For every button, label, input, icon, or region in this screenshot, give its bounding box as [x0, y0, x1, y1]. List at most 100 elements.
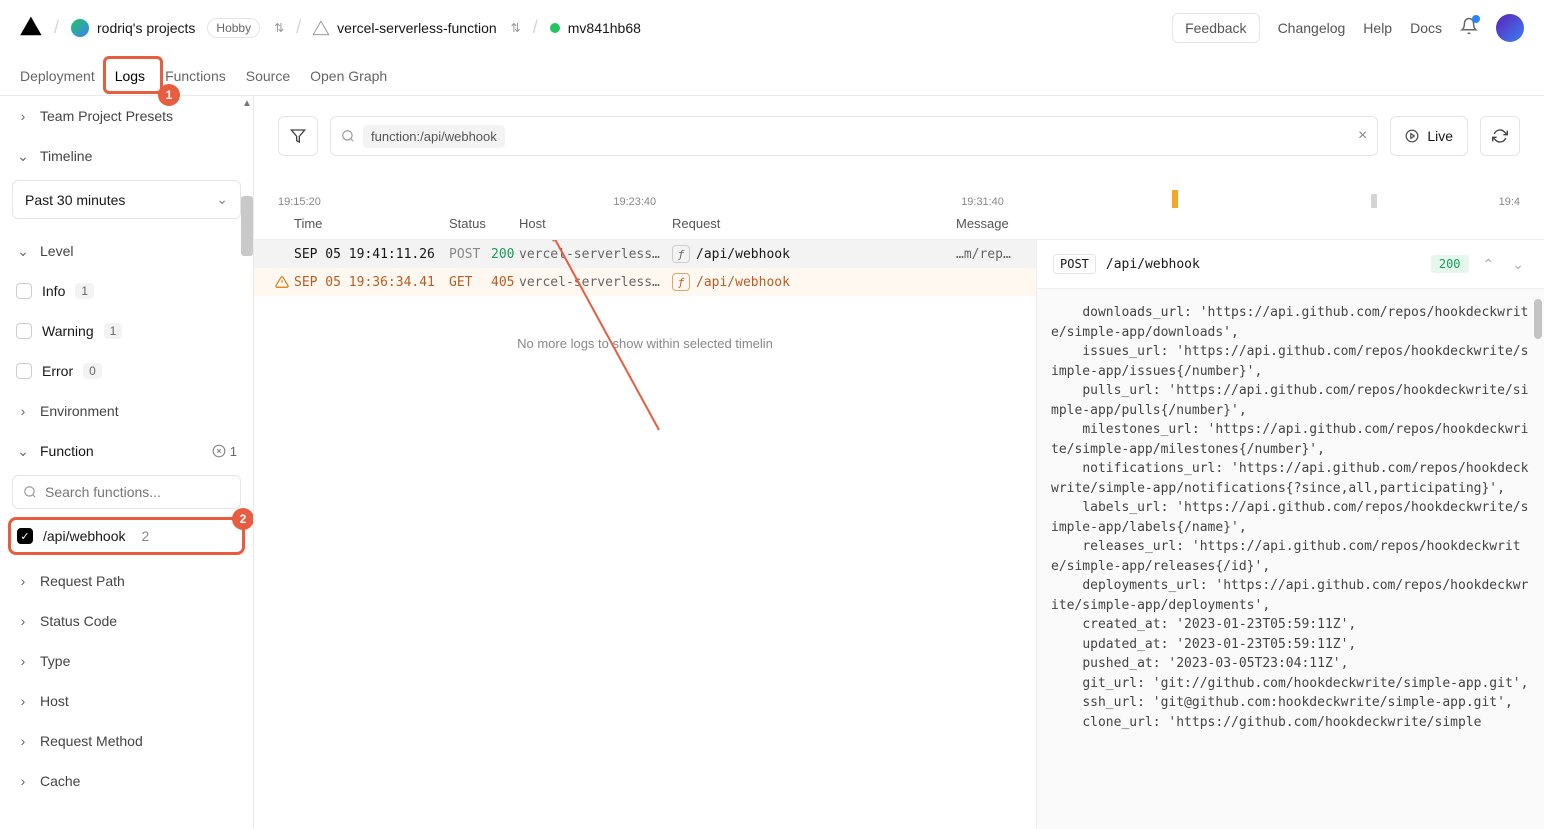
- timeline-tick: 19:23:40: [613, 196, 656, 208]
- sidebar-timeline-header[interactable]: ⌄ Timeline: [0, 136, 253, 176]
- team-avatar-icon: [71, 19, 89, 37]
- breadcrumb-separator: /: [54, 17, 59, 38]
- chevron-down-icon: ⌄: [16, 148, 30, 165]
- sidebar-type[interactable]: › Type: [0, 641, 253, 681]
- log-status: 200: [491, 247, 519, 262]
- log-row[interactable]: SEP 05 19:36:34.41 GET 405 vercel-server…: [254, 268, 1036, 296]
- log-table-header: Time Status Host Request Message: [254, 208, 1544, 240]
- timeline-bar: [1371, 194, 1377, 208]
- sidebar-request-path[interactable]: › Request Path: [0, 561, 253, 601]
- col-status: Status: [449, 216, 519, 231]
- checkbox-function[interactable]: ✓: [17, 528, 33, 544]
- status-code-label: Status Code: [40, 613, 117, 629]
- project-switcher-icon[interactable]: ⇅: [511, 21, 521, 35]
- chevron-right-icon: ›: [16, 733, 30, 749]
- sidebar-status-code[interactable]: › Status Code: [0, 601, 253, 641]
- search-chip[interactable]: function:/api/webhook: [363, 125, 505, 148]
- annotation-highlight-2: ✓ /api/webhook 2 2: [8, 517, 245, 555]
- function-item-count: 2: [142, 528, 150, 544]
- tab-open-graph[interactable]: Open Graph: [310, 56, 387, 96]
- search-box[interactable]: function:/api/webhook ×: [330, 116, 1378, 156]
- live-button[interactable]: Live: [1390, 116, 1468, 156]
- request-path-label: Request Path: [40, 573, 125, 589]
- detail-next-icon[interactable]: ⌄: [1508, 256, 1528, 273]
- chevron-right-icon: ›: [16, 653, 30, 669]
- log-method: GET: [449, 275, 491, 290]
- tab-logs[interactable]: Logs: [115, 56, 145, 96]
- function-item-path: /api/webhook: [43, 528, 126, 544]
- project-name: vercel-serverless-function: [337, 20, 497, 36]
- col-request: Request: [672, 216, 956, 231]
- level-error-label: Error: [42, 363, 73, 379]
- log-row[interactable]: SEP 05 19:41:11.26 POST 200 vercel-serve…: [254, 240, 1036, 268]
- level-info-row[interactable]: Info 1: [0, 271, 253, 311]
- breadcrumb-deployment[interactable]: mv841hb68: [550, 20, 641, 36]
- sidebar-request-method[interactable]: › Request Method: [0, 721, 253, 761]
- function-search-input[interactable]: [45, 484, 230, 500]
- filter-button[interactable]: [278, 116, 318, 156]
- team-switcher-icon[interactable]: ⇅: [274, 21, 284, 35]
- log-request-path: /api/webhook: [696, 247, 790, 262]
- clear-search-icon[interactable]: ×: [1358, 127, 1367, 145]
- timeline-tick: 19:15:20: [278, 196, 321, 208]
- detail-prev-icon[interactable]: ⌃: [1479, 256, 1499, 273]
- refresh-button[interactable]: [1480, 116, 1520, 156]
- sidebar-cache[interactable]: › Cache: [0, 761, 253, 801]
- checkbox-info[interactable]: [16, 283, 32, 299]
- scroll-up-icon[interactable]: ▲: [241, 96, 253, 110]
- team-name: rodriq's projects: [97, 20, 195, 36]
- col-host: Host: [519, 216, 672, 231]
- level-warning-count: 1: [104, 323, 123, 339]
- function-item-row[interactable]: ✓ /api/webhook 2: [17, 528, 236, 544]
- type-label: Type: [40, 653, 70, 669]
- sidebar-host[interactable]: › Host: [0, 681, 253, 721]
- chevron-right-icon: ›: [16, 693, 30, 709]
- log-request-path: /api/webhook: [696, 275, 790, 290]
- changelog-link[interactable]: Changelog: [1278, 20, 1346, 36]
- chevron-right-icon: ›: [16, 613, 30, 629]
- chevron-right-icon: ›: [16, 573, 30, 589]
- sidebar: ▲ › Team Project Presets ⌄ Timeline Past…: [0, 96, 254, 829]
- detail-method: POST: [1053, 254, 1096, 274]
- level-label: Level: [40, 243, 73, 259]
- vercel-logo-icon[interactable]: [20, 15, 42, 40]
- timeline-strip[interactable]: 19:15:20 19:23:40 19:31:40 19:4: [278, 176, 1520, 208]
- level-warning-row[interactable]: Warning 1: [0, 311, 253, 351]
- detail-body[interactable]: downloads_url: 'https://api.github.com/r…: [1037, 289, 1544, 829]
- function-search[interactable]: [12, 475, 241, 509]
- detail-header: POST /api/webhook 200 ⌃ ⌄: [1037, 240, 1544, 289]
- checkbox-error[interactable]: [16, 363, 32, 379]
- sidebar-environment[interactable]: › Environment: [0, 391, 253, 431]
- col-time: Time: [294, 216, 449, 231]
- tab-source[interactable]: Source: [246, 56, 290, 96]
- team-presets-label: Team Project Presets: [40, 108, 173, 124]
- no-more-logs: No more logs to show within selected tim…: [254, 296, 1036, 391]
- docs-link[interactable]: Docs: [1410, 20, 1442, 36]
- user-avatar[interactable]: [1496, 14, 1524, 42]
- checkbox-warning[interactable]: [16, 323, 32, 339]
- notifications-button[interactable]: [1460, 17, 1478, 38]
- play-circle-icon: [1405, 129, 1419, 143]
- scrollbar-thumb[interactable]: [241, 196, 253, 256]
- log-time: SEP 05 19:36:34.41: [294, 275, 449, 290]
- help-link[interactable]: Help: [1363, 20, 1392, 36]
- breadcrumb-team[interactable]: rodriq's projects Hobby ⇅: [71, 18, 284, 38]
- time-range-select[interactable]: Past 30 minutes ⌄: [12, 180, 241, 219]
- sidebar-level-header[interactable]: ⌄ Level: [0, 231, 253, 271]
- timeline-tick: 19:4: [1499, 196, 1520, 208]
- detail-scrollbar-thumb[interactable]: [1534, 299, 1542, 339]
- feedback-button[interactable]: Feedback: [1172, 13, 1259, 43]
- function-clear-filter[interactable]: 1: [212, 444, 237, 459]
- level-error-row[interactable]: Error 0: [0, 351, 253, 391]
- tab-deployment[interactable]: Deployment: [20, 56, 95, 96]
- time-range-value: Past 30 minutes: [25, 192, 125, 208]
- log-method: POST: [449, 247, 491, 262]
- breadcrumb-project[interactable]: vercel-serverless-function ⇅: [313, 20, 521, 36]
- deployment-name: mv841hb68: [568, 20, 641, 36]
- sidebar-function-header[interactable]: ⌄ Function 1: [0, 431, 253, 471]
- sidebar-team-presets[interactable]: › Team Project Presets: [0, 96, 253, 136]
- level-warning-label: Warning: [42, 323, 94, 339]
- detail-status: 200: [1431, 255, 1469, 273]
- environment-label: Environment: [40, 403, 119, 419]
- breadcrumb-separator: /: [296, 17, 301, 38]
